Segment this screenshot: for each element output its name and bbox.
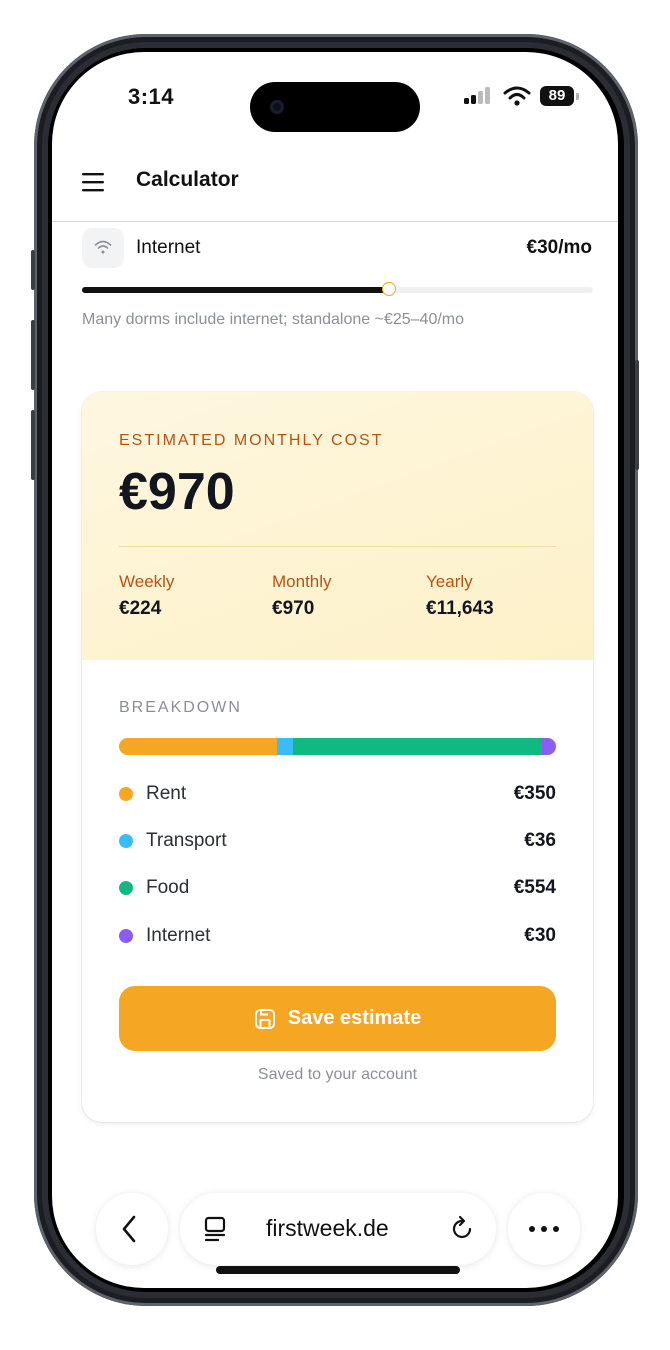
- header-divider: [52, 221, 618, 222]
- period-value: €224: [119, 598, 162, 619]
- internet-icon-box: [82, 228, 124, 268]
- legend-value: €36: [524, 830, 556, 851]
- back-button[interactable]: [96, 1193, 168, 1265]
- breakdown-bar: [119, 738, 556, 755]
- url-text[interactable]: firstweek.de: [266, 1215, 389, 1242]
- estimate-label: ESTIMATED MONTHLY COST: [119, 432, 384, 449]
- estimate-summary: ESTIMATED MONTHLY COST €970 Weekly €224 …: [82, 392, 593, 660]
- legend-dot: [119, 881, 133, 895]
- chevron-left-icon: [122, 1215, 136, 1243]
- estimate-value: €970: [119, 463, 235, 521]
- volume-down-button: [31, 410, 35, 480]
- menu-icon[interactable]: [82, 172, 104, 192]
- internet-hint: Many dorms include internet; standalone …: [82, 311, 465, 328]
- tabs-icon[interactable]: [204, 1216, 226, 1242]
- internet-slider[interactable]: [82, 282, 593, 296]
- action-button: [31, 250, 35, 290]
- volume-up-button: [31, 320, 35, 390]
- period-value: €11,643: [426, 598, 494, 619]
- front-camera: [270, 100, 284, 114]
- period-label: Weekly: [119, 572, 175, 591]
- legend-item-transport: Transport €36: [119, 828, 556, 854]
- slider-fill: [82, 287, 389, 293]
- internet-label: Internet: [136, 237, 201, 258]
- period-label: Monthly: [272, 572, 332, 591]
- period-monthly: Monthly €970: [272, 572, 332, 620]
- more-dots-icon: [529, 1226, 559, 1232]
- legend-value: €350: [513, 783, 556, 804]
- legend-name: Transport: [146, 830, 227, 851]
- save-icon: [254, 1008, 275, 1029]
- estimate-card: ESTIMATED MONTHLY COST €970 Weekly €224 …: [82, 392, 593, 1122]
- more-button[interactable]: [508, 1193, 580, 1265]
- slider-thumb[interactable]: [381, 282, 396, 296]
- legend-item-internet: Internet €30: [119, 923, 556, 949]
- breakdown-segment-internet: [542, 738, 556, 755]
- legend-dot: [119, 929, 133, 943]
- status-time: 3:14: [128, 84, 175, 109]
- power-button: [635, 360, 639, 470]
- internet-value: €30/mo: [526, 237, 592, 258]
- breakdown-segment-rent: [119, 738, 277, 755]
- legend-dot: [119, 787, 133, 801]
- legend-value: €554: [513, 877, 556, 898]
- reload-icon[interactable]: [451, 1215, 475, 1243]
- period-yearly: Yearly €11,643: [426, 572, 494, 620]
- wifi-status-icon: [503, 86, 531, 106]
- cellular-signal-icon: [464, 87, 490, 104]
- period-value: €970: [272, 598, 315, 619]
- breakdown-segment-food: [292, 738, 543, 755]
- breakdown-segment-transport: [276, 738, 293, 755]
- period-label: Yearly: [426, 572, 473, 591]
- legend-item-food: Food €554: [119, 875, 556, 901]
- legend-name: Rent: [146, 783, 187, 804]
- page-title: Calculator: [136, 168, 239, 191]
- wifi-icon: [94, 240, 112, 254]
- breakdown-label: BREAKDOWN: [119, 699, 242, 716]
- legend-name: Food: [146, 877, 190, 898]
- legend-name: Internet: [146, 925, 211, 946]
- address-bar[interactable]: firstweek.de: [180, 1193, 496, 1265]
- battery-tip: [576, 93, 579, 100]
- saved-note: Saved to your account: [257, 1066, 418, 1083]
- save-button-label: Save estimate: [287, 1007, 422, 1029]
- legend-item-rent: Rent €350: [119, 781, 556, 807]
- battery-indicator: 89: [540, 86, 574, 106]
- save-estimate-button[interactable]: Save estimate: [119, 986, 556, 1051]
- legend-value: €30: [524, 925, 556, 946]
- legend-dot: [119, 834, 133, 848]
- period-weekly: Weekly €224: [119, 572, 174, 620]
- summary-divider: [119, 546, 556, 547]
- home-indicator[interactable]: [216, 1266, 460, 1274]
